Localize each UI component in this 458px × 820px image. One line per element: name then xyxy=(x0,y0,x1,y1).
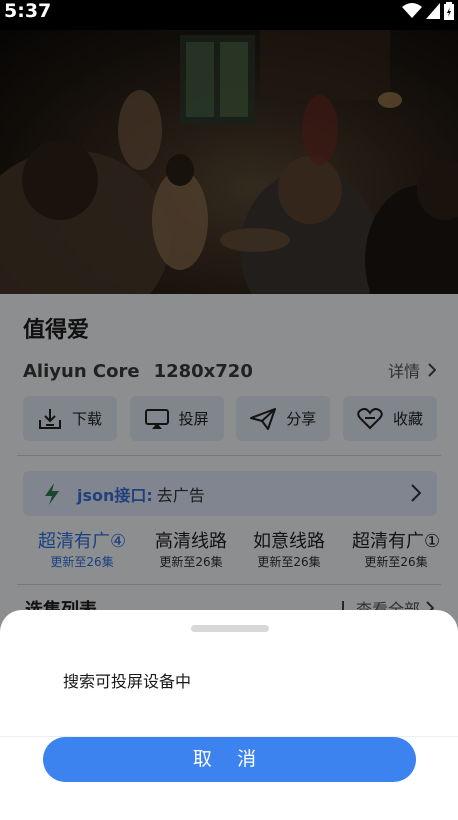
wifi-icon xyxy=(402,3,422,18)
searching-message: 搜索可投屏设备中 xyxy=(63,672,192,691)
status-icons xyxy=(402,2,454,20)
battery-icon xyxy=(444,2,454,20)
status-time: 5:37 xyxy=(4,0,52,22)
drag-handle[interactable] xyxy=(191,625,269,632)
status-bar: 5:37 xyxy=(0,0,458,30)
signal-icon xyxy=(426,3,440,19)
cancel-button[interactable]: 取 消 xyxy=(43,737,416,782)
cast-bottom-sheet: 搜索可投屏设备中 取 消 xyxy=(0,610,458,820)
